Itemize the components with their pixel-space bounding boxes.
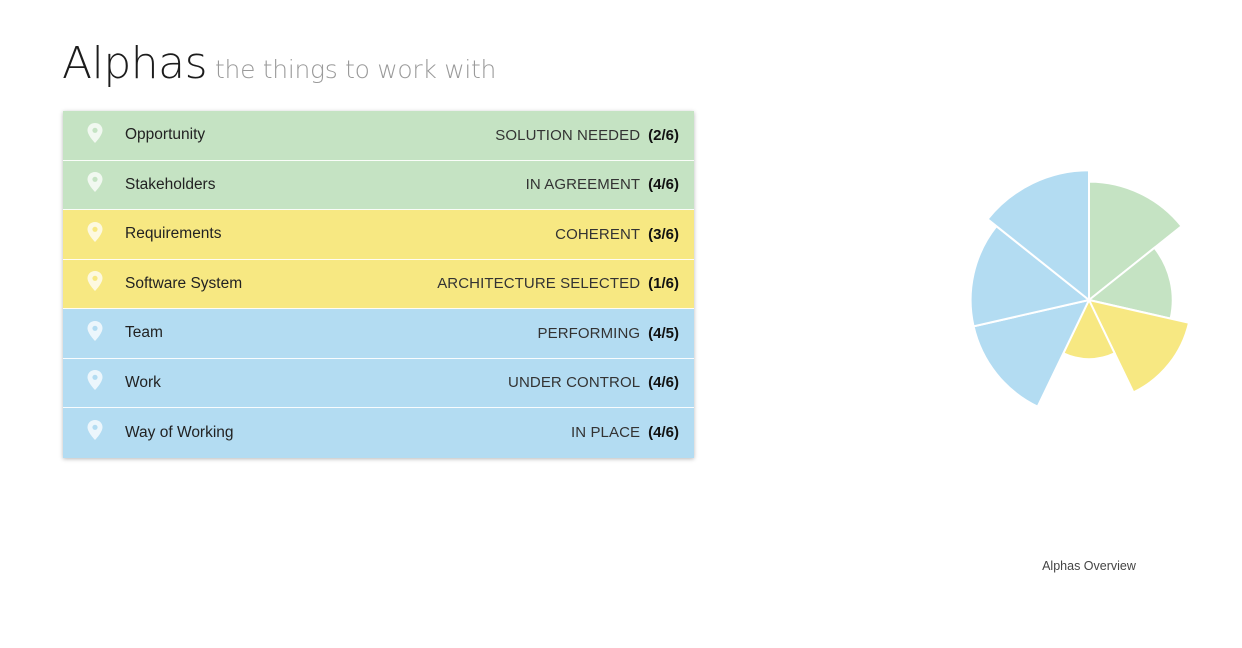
alpha-name: Team (125, 324, 163, 342)
alpha-state: ARCHITECTURE SELECTED (437, 275, 641, 293)
map-pin-icon (63, 122, 125, 149)
alpha-progress: (4/6) (648, 374, 679, 392)
alpha-progress: (4/6) (648, 424, 679, 442)
alpha-row-software-system[interactable]: Software System ARCHITECTURE SELECTED (1/6… (63, 259, 694, 309)
alpha-state: PERFORMING (537, 324, 641, 342)
alpha-name: Stakeholders (125, 175, 216, 193)
map-pin-icon (63, 320, 125, 347)
page-heading: Alphas the things to work with (62, 38, 496, 89)
alpha-state: IN AGREEMENT (525, 176, 641, 194)
alpha-row-requirements[interactable]: Requirements COHERENT (3/6) (63, 210, 694, 260)
alpha-progress: (3/6) (648, 225, 679, 243)
map-pin-icon (63, 171, 125, 198)
alpha-state: SOLUTION NEEDED (495, 126, 641, 144)
alpha-state: COHERENT (555, 225, 641, 243)
alpha-progress: (1/6) (648, 275, 679, 293)
alpha-progress: (4/5) (648, 324, 679, 342)
alphas-overview-chart (969, 169, 1191, 409)
page-subtitle: the things to work with (215, 55, 497, 84)
alpha-row-way-of-working[interactable]: Way of Working IN PLACE (4/6) (63, 408, 694, 458)
alpha-name: Requirements (125, 225, 222, 243)
page-title: Alphas (62, 38, 208, 89)
alpha-progress: (4/6) (648, 176, 679, 194)
map-pin-icon (63, 270, 125, 297)
alpha-name: Work (125, 373, 161, 391)
map-pin-icon (63, 221, 125, 248)
map-pin-icon (63, 369, 125, 396)
alpha-row-work[interactable]: Work UNDER CONTROL (4/6) (63, 358, 694, 408)
alpha-row-team[interactable]: Team PERFORMING (4/5) (63, 309, 694, 359)
map-pin-icon (63, 419, 125, 446)
alpha-list: Opportunity SOLUTION NEEDED (2/6) Stakehold… (63, 111, 694, 458)
alpha-name: Way of Working (125, 423, 234, 441)
alpha-name: Opportunity (125, 126, 206, 144)
chart-caption: Alphas Overview (1042, 559, 1136, 573)
alpha-row-stakeholders[interactable]: Stakeholders IN AGREEMENT (4/6) (63, 160, 694, 210)
alpha-progress: (2/6) (648, 126, 679, 144)
alpha-state: IN PLACE (570, 424, 641, 442)
alpha-name: Software System (125, 274, 243, 292)
alpha-state: UNDER CONTROL (508, 374, 641, 392)
alpha-row-opportunity[interactable]: Opportunity SOLUTION NEEDED (2/6) (63, 111, 694, 161)
